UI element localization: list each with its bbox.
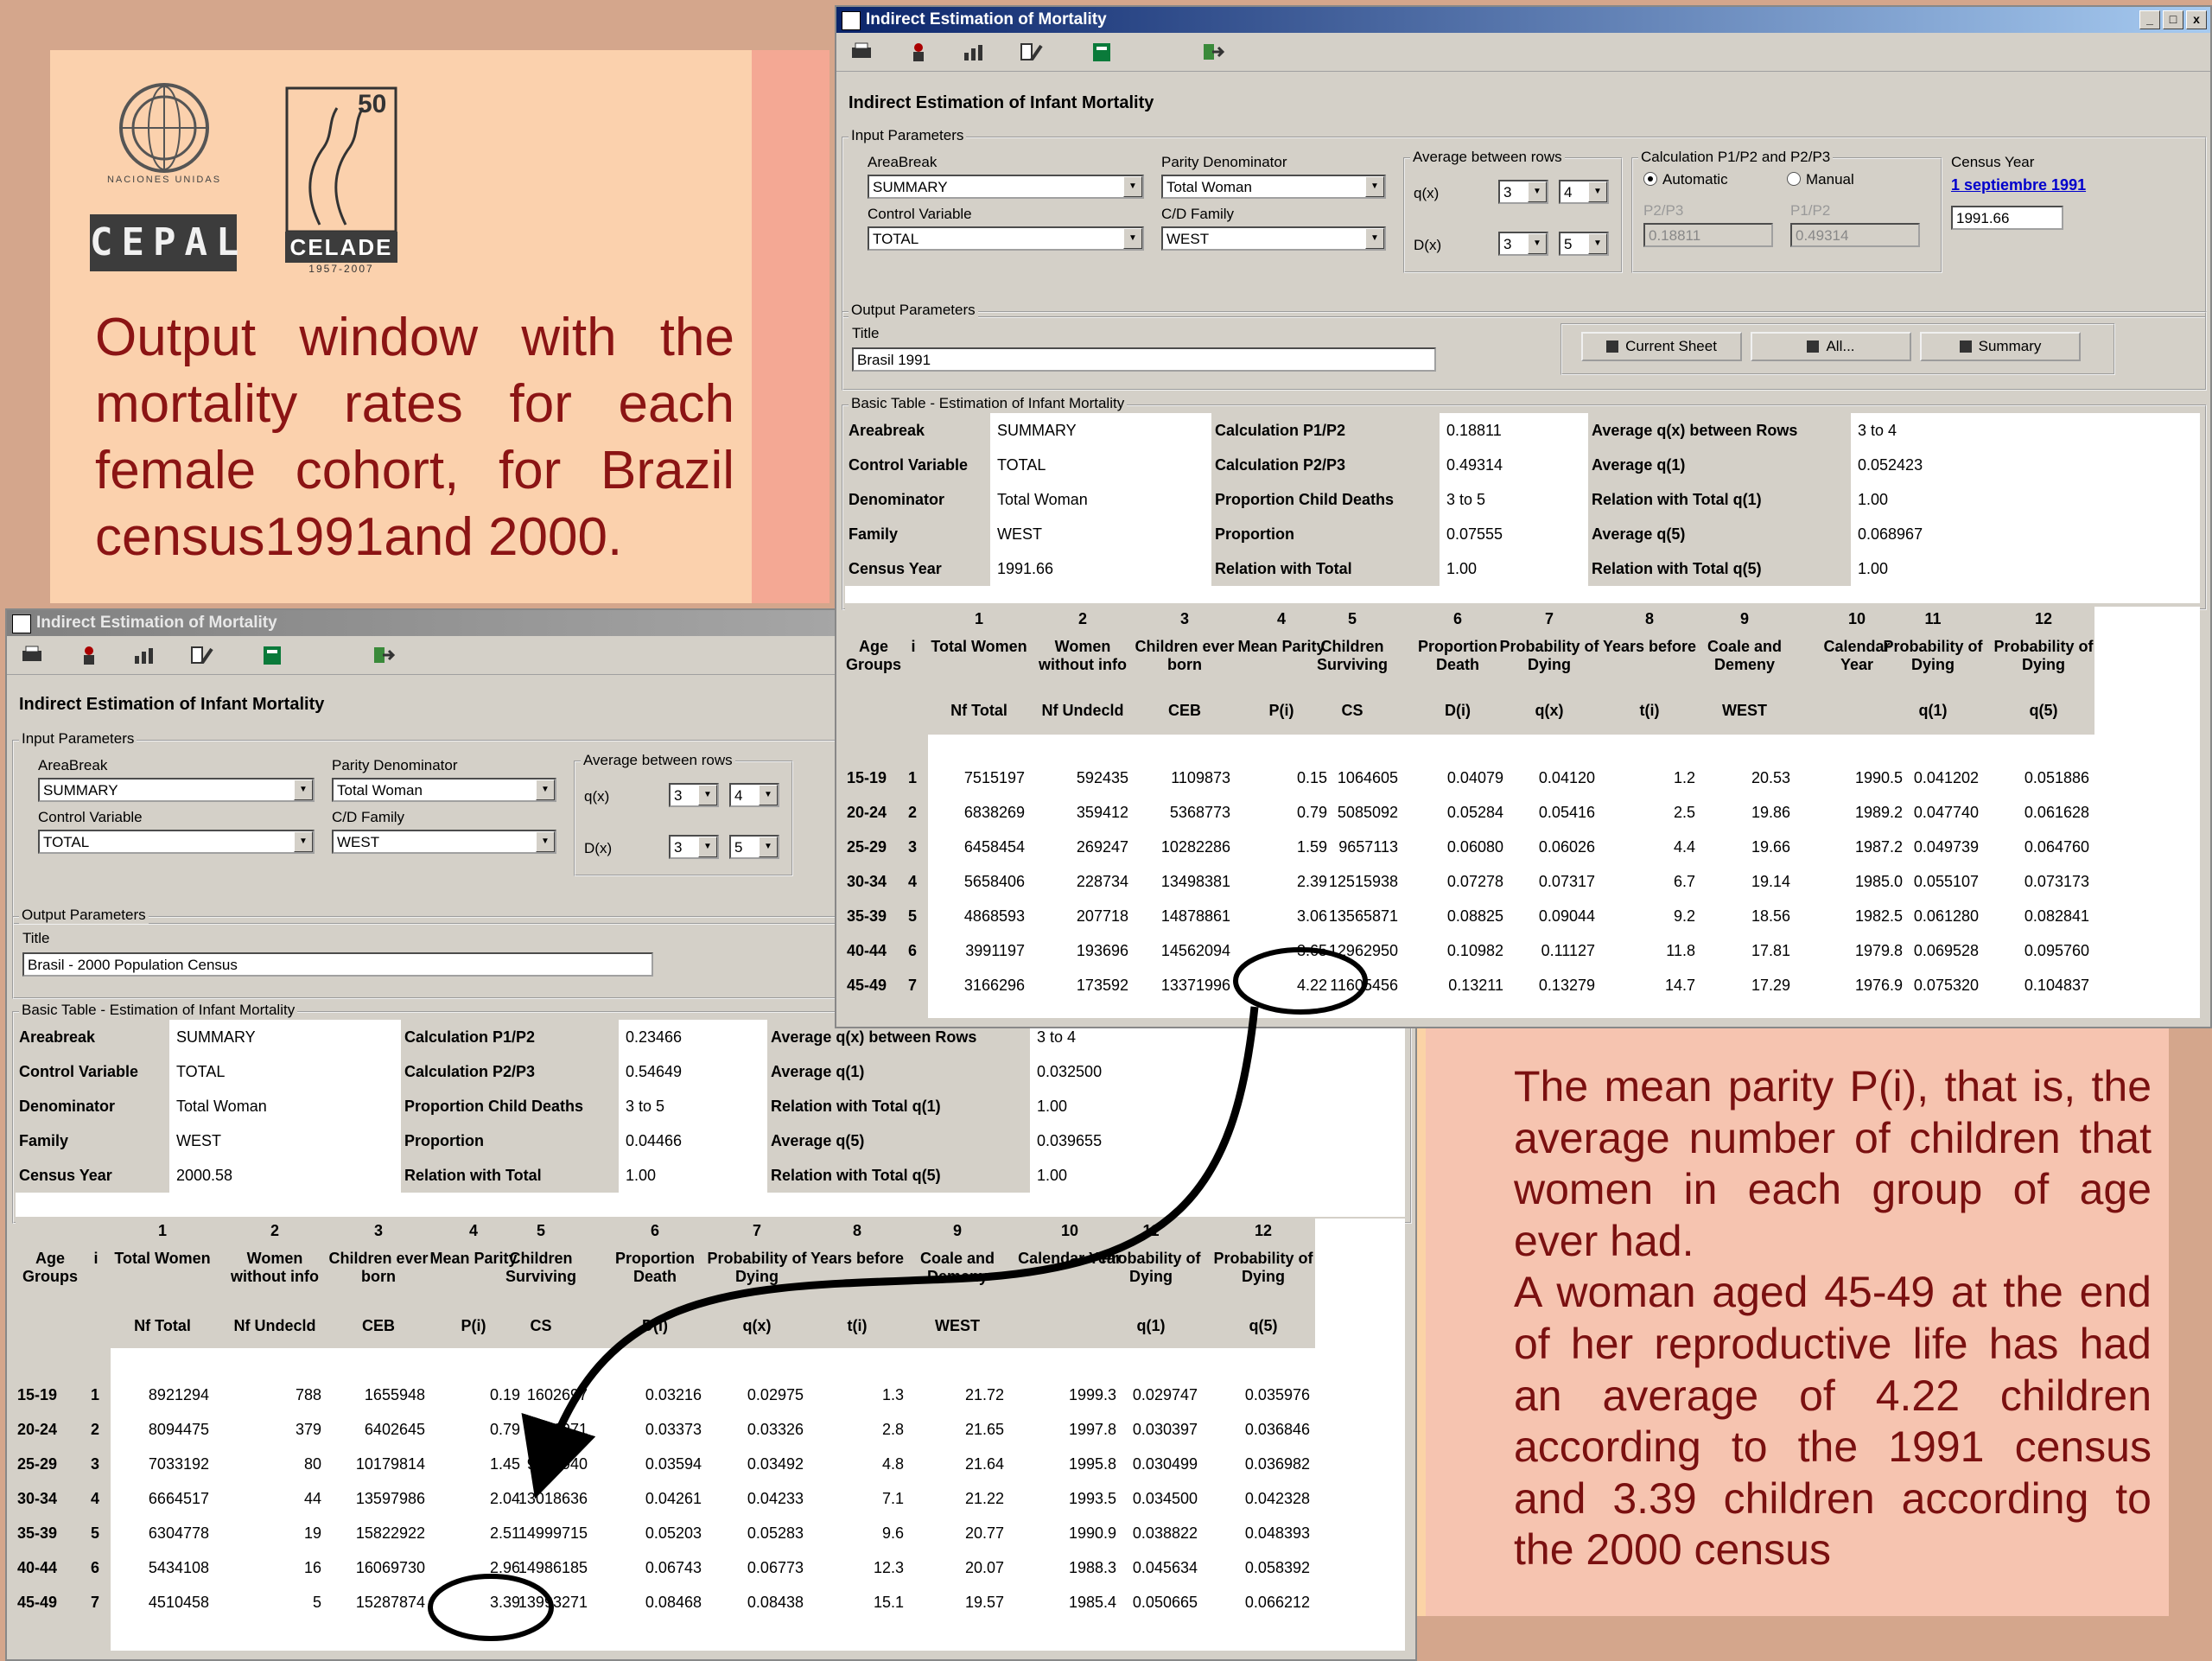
connector-arrow (521, 1006, 1259, 1499)
annotation-overlay (428, 947, 1368, 1641)
highlight-ellipse-1991 (1233, 947, 1368, 1015)
highlight-ellipse-2000 (428, 1574, 554, 1641)
